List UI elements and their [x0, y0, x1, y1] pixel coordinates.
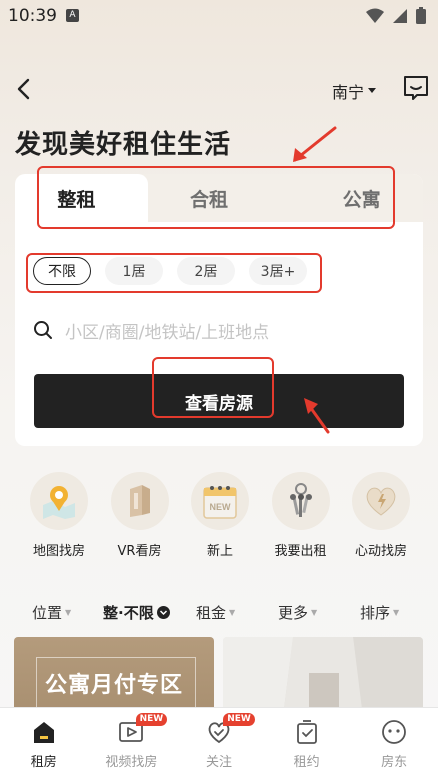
signal-icon — [393, 8, 407, 23]
filter-more[interactable]: 更多 ▼ — [278, 602, 317, 623]
filter-price[interactable]: 租金 ▼ — [196, 602, 235, 623]
annotation-arrow-bottom — [304, 398, 330, 434]
back-button[interactable] — [12, 76, 38, 102]
filter-sort[interactable]: 排序 ▼ — [360, 602, 399, 623]
filter-label: 整·不限 — [103, 604, 154, 622]
new-badge: NEW — [223, 713, 255, 726]
nav-rent[interactable]: 租房 — [0, 708, 88, 780]
entry-new-listings[interactable]: NEW 新上 — [181, 472, 259, 559]
city-selector[interactable]: 南宁 — [332, 79, 377, 103]
nav-contract[interactable]: 租约 — [263, 708, 351, 780]
entry-rent-out[interactable]: 我要出租 — [262, 472, 340, 559]
entry-map-search[interactable]: 地图找房 — [20, 472, 98, 559]
card-title: 公寓月付专区 — [44, 673, 183, 698]
filter-label: 排序 — [360, 604, 391, 622]
entry-label: 新上 — [206, 544, 233, 559]
filter-label: 位置 — [32, 604, 63, 622]
nav-label: 租房 — [30, 755, 57, 770]
annotation-box-tabs — [37, 166, 395, 229]
search-icon — [34, 321, 52, 339]
annotation-arrow-top — [293, 126, 337, 162]
new-calendar-icon: NEW — [191, 472, 249, 530]
nav-landlord[interactable]: 房东 — [350, 708, 438, 780]
annotation-box-button — [152, 357, 274, 418]
nav-label: 视频找房 — [105, 755, 158, 770]
filter-location[interactable]: 位置 ▼ — [32, 602, 71, 623]
caret-down-icon: ▼ — [65, 608, 72, 617]
vr-icon — [110, 472, 169, 530]
search-input[interactable]: 小区/商圈/地铁站/上班地点 — [33, 318, 270, 343]
entry-label: 我要出租 — [274, 544, 327, 559]
filter-bar: 位置 ▼ 整·不限 租金 ▼ 更多 ▼ 排序 ▼ — [0, 600, 438, 624]
city-label: 南宁 — [332, 83, 365, 102]
nav-follow[interactable]: NEW 关注 — [175, 708, 263, 780]
search-placeholder: 小区/商圈/地铁站/上班地点 — [65, 322, 270, 343]
page-title: 发现美好租住生活 — [15, 130, 232, 160]
caret-down-icon: ▼ — [229, 608, 236, 617]
caret-down-icon: ▼ — [311, 608, 318, 617]
svg-text:NEW: NEW — [210, 502, 232, 512]
check-icon — [156, 606, 170, 619]
apartment-monthly-card[interactable]: 公寓月付专区 — [14, 637, 214, 717]
chevron-left-icon — [17, 78, 30, 100]
filter-type[interactable]: 整·不限 — [103, 602, 170, 623]
status-bar: 10:39 A — [0, 0, 438, 32]
listing-photo — [223, 637, 423, 717]
entry-label: 地图找房 — [32, 544, 85, 559]
nav-label: 关注 — [205, 755, 232, 770]
nav-video-search[interactable]: NEW 视频找房 — [88, 708, 176, 780]
new-badge: NEW — [135, 713, 168, 726]
notification-a-icon: A — [66, 9, 79, 22]
caret-down-icon — [368, 88, 377, 93]
filter-label: 租金 — [196, 604, 227, 622]
entry-label: 心动找房 — [354, 544, 407, 559]
annotation-box-chips — [26, 253, 322, 293]
map-location-icon — [30, 472, 88, 530]
message-icon — [404, 76, 428, 100]
caret-down-icon: ▼ — [393, 608, 400, 617]
bottom-nav: 租房 NEW 视频找房 NEW 关注 租约 房东 — [0, 707, 438, 780]
status-time: 10:39 — [8, 6, 57, 26]
entry-heart-search[interactable]: 心动找房 — [342, 472, 420, 559]
landlord-icon — [380, 718, 408, 746]
contract-icon — [293, 718, 321, 746]
listing-card[interactable] — [223, 637, 423, 717]
home-icon — [30, 718, 58, 746]
keys-icon — [271, 472, 330, 530]
entry-vr-viewing[interactable]: VR看房 — [101, 472, 179, 559]
heart-icon — [352, 472, 410, 530]
filter-label: 更多 — [278, 604, 309, 622]
entry-label: VR看房 — [117, 544, 162, 559]
message-button[interactable] — [403, 75, 429, 101]
battery-icon — [416, 7, 426, 24]
quick-entries: 地图找房 VR看房 NEW 新上 我要出租 心动找房 — [20, 472, 420, 559]
nav-label: 租约 — [293, 755, 320, 770]
nav-label: 房东 — [381, 755, 408, 770]
status-icons — [366, 7, 426, 24]
wifi-icon — [366, 8, 384, 23]
